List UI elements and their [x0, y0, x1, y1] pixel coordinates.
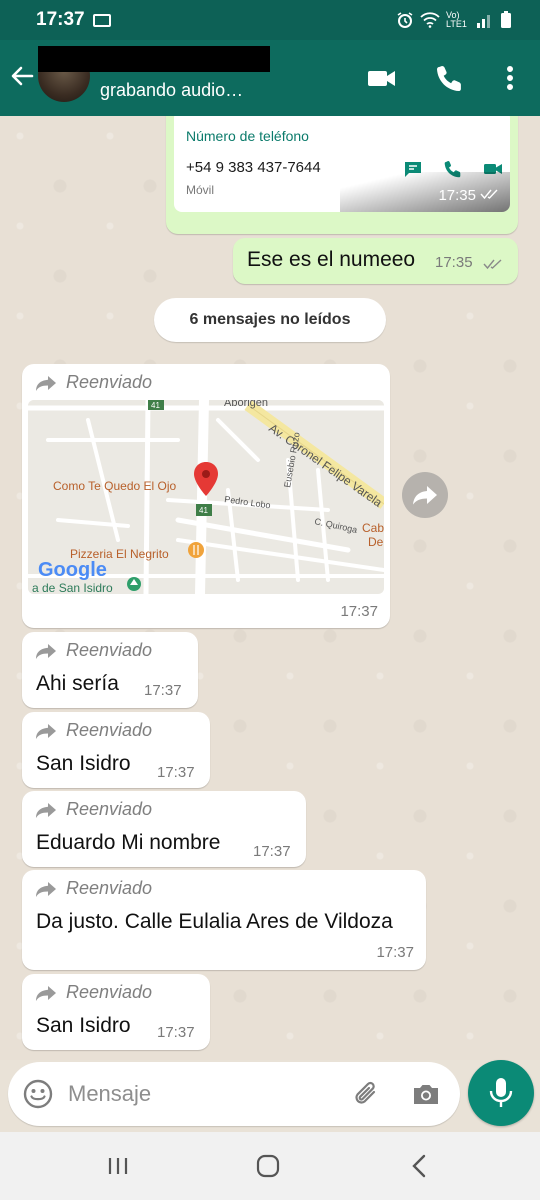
forwarded-label-row: Reenviado	[34, 799, 152, 820]
message-text: Eduardo Mi nombre	[36, 831, 221, 854]
contact-status: grabando audio…	[100, 80, 244, 100]
message-text: Ese es el numeeo	[247, 248, 416, 271]
forward-icon	[36, 375, 56, 391]
message-time: 17:37	[144, 682, 182, 699]
map-label: Aborigen	[224, 400, 268, 409]
incoming-message[interactable]: Reenviado San Isidro 17:37	[22, 974, 210, 1050]
message-text: San Isidro	[36, 752, 131, 775]
recent-apps-icon[interactable]	[104, 1152, 132, 1180]
message-time: 17:37	[253, 843, 291, 860]
unread-messages-banner: 6 mensajes no leídos	[154, 298, 386, 342]
read-ticks-icon	[480, 189, 498, 200]
read-ticks-icon	[483, 259, 502, 270]
outgoing-message[interactable]: Ese es el numeeo 17:35	[233, 238, 518, 284]
contact-card-message[interactable]: Número de teléfono +54 9 383 437-7644 Mó…	[166, 116, 518, 234]
location-message[interactable]: Reenviado 41 41 Aborigen Av. Coronel Fel…	[22, 364, 390, 628]
video-call-icon[interactable]	[366, 62, 398, 94]
mic-button[interactable]	[468, 1060, 534, 1126]
forward-icon	[36, 881, 56, 897]
status-time: 17:37	[36, 9, 85, 30]
map-place-label: De	[368, 535, 384, 549]
share-button[interactable]	[402, 472, 448, 518]
chat-header: Esteban Genari grabando audio…	[0, 40, 540, 116]
map-preview[interactable]: 41 41 Aborigen Av. Coronel Felipe Varela…	[28, 400, 384, 594]
signal-icon	[477, 15, 490, 28]
route-shield: 41	[199, 506, 208, 515]
card-number-type: Móvil	[186, 183, 215, 197]
message-time: 17:37	[157, 764, 195, 781]
attach-icon[interactable]	[350, 1078, 382, 1110]
forward-icon	[36, 985, 56, 1001]
status-bar: 17:37 Vo) LTE1	[0, 0, 540, 40]
wifi-icon	[420, 12, 440, 28]
share-icon	[413, 486, 437, 505]
message-text: San Isidro	[36, 1014, 131, 1037]
forwarded-label-row: Reenviado	[34, 878, 152, 899]
more-vert-icon[interactable]	[494, 62, 526, 94]
emoji-icon[interactable]	[22, 1078, 54, 1110]
incoming-message[interactable]: Reenviado Ahi sería 17:37	[22, 632, 198, 708]
contact-name[interactable]: Esteban Genari	[38, 46, 270, 72]
forwarded-label-row: Reenviado	[34, 640, 152, 661]
message-input[interactable]	[68, 1074, 338, 1114]
forwarded-label: Reenviado	[66, 982, 153, 1002]
phone-icon[interactable]	[434, 62, 466, 94]
route-shield: 41	[151, 401, 160, 410]
forward-icon	[36, 643, 56, 659]
message-composer	[8, 1062, 460, 1126]
forwarded-label: Reenviado	[66, 878, 153, 898]
map-place-label: Cab	[362, 521, 384, 535]
forwarded-label: Reenviado	[66, 799, 153, 819]
battery-icon	[501, 11, 511, 28]
message-time: 17:37	[340, 603, 378, 620]
map-place-label: a de San Isidro	[32, 581, 113, 594]
alarm-icon	[397, 12, 413, 28]
message-time: 17:35	[435, 254, 473, 271]
forward-icon	[36, 723, 56, 739]
status-icons: Vo) LTE1	[396, 11, 512, 29]
google-logo: Google	[38, 559, 107, 581]
back-icon[interactable]	[406, 1152, 434, 1180]
card-title: Número de teléfono	[186, 128, 309, 144]
message-text: Ahi sería	[36, 672, 119, 695]
forwarded-label: Reenviado	[66, 640, 153, 660]
incoming-message[interactable]: Reenviado Da justo. Calle Eulalia Ares d…	[22, 870, 426, 970]
message-time: 17:37	[157, 1024, 195, 1041]
map-place-label: Como Te Quedo El Ojo	[53, 479, 177, 493]
forwarded-label-row: Reenviado	[34, 982, 152, 1003]
camera-icon[interactable]	[410, 1078, 442, 1110]
forward-icon	[36, 802, 56, 818]
forwarded-label: Reenviado	[66, 372, 153, 392]
notification-icon	[92, 13, 111, 27]
forwarded-label: Reenviado	[66, 720, 153, 740]
contact-card: Número de teléfono +54 9 383 437-7644 Mó…	[174, 116, 510, 212]
incoming-message[interactable]: Reenviado Eduardo Mi nombre 17:37	[22, 791, 306, 867]
message-time: 17:37	[376, 944, 414, 961]
system-nav-bar	[0, 1132, 540, 1200]
card-phone-number[interactable]: +54 9 383 437-7644	[186, 159, 321, 176]
chat-area[interactable]: Número de teléfono +54 9 383 437-7644 Mó…	[0, 116, 540, 1060]
home-icon[interactable]	[254, 1152, 282, 1180]
incoming-message[interactable]: Reenviado San Isidro 17:37	[22, 712, 210, 788]
message-text: Da justo. Calle Eulalia Ares de Vildoza	[36, 910, 393, 933]
map-image: 41 41 Aborigen Av. Coronel Felipe Varela…	[28, 400, 384, 594]
forwarded-label-row: Reenviado	[34, 372, 152, 393]
back-arrow-icon[interactable]	[8, 62, 36, 90]
message-time: 17:35	[438, 187, 476, 204]
forwarded-label-row: Reenviado	[34, 720, 152, 741]
network-label: Vo) LTE1	[446, 10, 467, 29]
mic-icon	[489, 1078, 513, 1107]
